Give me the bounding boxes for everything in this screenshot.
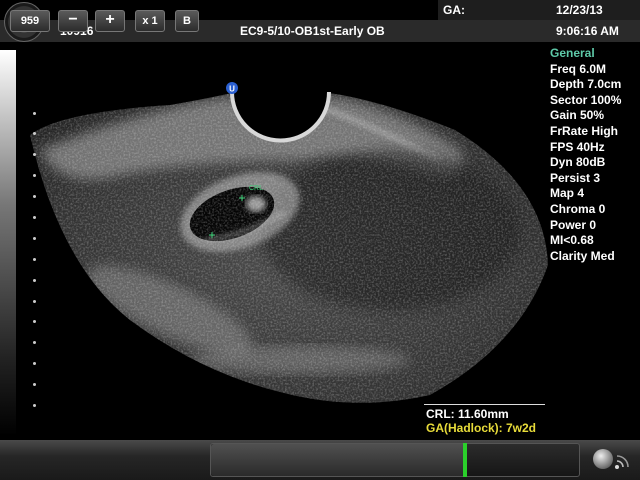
b-mode-button[interactable]: B xyxy=(175,10,199,32)
depth-tick xyxy=(33,383,36,386)
ga-date-box xyxy=(438,0,640,20)
depth-tick xyxy=(33,174,36,177)
param-mi: MI<0.68 xyxy=(550,233,594,248)
depth-tick xyxy=(33,237,36,240)
wireless-icon[interactable] xyxy=(614,452,632,470)
ultrasound-viewport[interactable]: U CRL xyxy=(0,42,640,440)
zoom-button[interactable]: x 1 xyxy=(135,10,165,32)
exam-date: 12/23/13 xyxy=(556,3,603,17)
ga-label: GA: xyxy=(443,3,465,17)
cine-progress-bar[interactable] xyxy=(210,443,580,477)
cine-progress-fill xyxy=(211,444,465,476)
param-power: Power 0 xyxy=(550,217,597,232)
param-sector: Sector 100% xyxy=(550,92,622,107)
exam-preset: EC9-5/10-OB1st-Early OB xyxy=(240,24,385,38)
depth-tick xyxy=(33,300,36,303)
ga-hadlock-value: GA(Hadlock): 7w2d xyxy=(426,421,537,435)
param-fps: FPS 40Hz xyxy=(550,139,605,154)
scan-sector xyxy=(30,93,548,403)
probe-marker-letter: U xyxy=(229,85,235,94)
depth-tick xyxy=(33,112,36,115)
minus-button[interactable]: − xyxy=(58,10,88,32)
cine-position-marker[interactable] xyxy=(463,443,467,477)
depth-tick xyxy=(33,362,36,365)
depth-tick xyxy=(33,404,36,407)
param-chroma: Chroma 0 xyxy=(550,201,606,216)
params-title: General xyxy=(550,46,595,60)
depth-tick xyxy=(33,195,36,198)
depth-tick xyxy=(33,341,36,344)
param-persistence: Persist 3 xyxy=(550,170,601,185)
imaging-parameters: General Freq 6.0M Depth 7.0cm Sector 100… xyxy=(550,46,621,264)
param-gain: Gain 50% xyxy=(550,108,605,123)
param-frame-rate: FrRate High xyxy=(550,123,619,138)
depth-tick xyxy=(33,320,36,323)
grayscale-bar xyxy=(0,50,16,436)
param-clarity: Clarity Med xyxy=(550,248,615,263)
exam-time: 9:06:16 AM xyxy=(556,24,619,38)
param-map: Map 4 xyxy=(550,186,585,201)
depth-tick xyxy=(33,279,36,282)
crl-caliper-label: CRL xyxy=(249,185,263,192)
globe-icon[interactable] xyxy=(593,449,613,469)
depth-tick xyxy=(33,132,36,135)
depth-tick xyxy=(33,216,36,219)
plus-button[interactable]: + xyxy=(95,10,125,32)
frame-count-button[interactable]: 959 xyxy=(10,10,50,32)
param-dynamic-range: Dyn 80dB xyxy=(550,155,606,170)
measurement-divider xyxy=(424,404,545,405)
depth-tick xyxy=(33,258,36,261)
depth-tick xyxy=(33,153,36,156)
param-depth: Depth 7.0cm xyxy=(550,77,622,92)
ultrasound-image[interactable]: U CRL xyxy=(0,42,640,440)
crl-value: CRL: 11.60mm xyxy=(426,407,509,421)
param-frequency: Freq 6.0M xyxy=(550,61,607,76)
